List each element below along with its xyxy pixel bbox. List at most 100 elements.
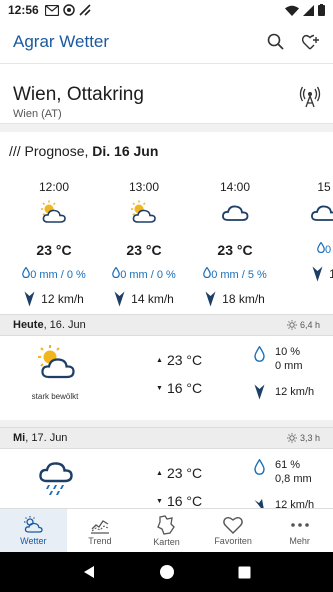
day-name: Mi [13, 432, 26, 444]
hour-column[interactable]: 13:00 23 °C 0 mm / 0 % 14 km/h [102, 180, 186, 307]
partly-sunny-icon [41, 200, 66, 223]
vpn-icon [62, 4, 75, 16]
status-icons [44, 4, 91, 16]
day-name: Heute [13, 319, 44, 331]
home-icon[interactable] [159, 564, 175, 580]
precipitation: 61 % 0,8 mm [275, 459, 312, 485]
max-temp: ▲ 23 °C [156, 352, 203, 368]
sunshine-duration: 3,3 h [286, 433, 320, 443]
map-icon [157, 514, 176, 535]
app-title: Agrar Wetter [13, 31, 110, 51]
location-card[interactable]: Wien, Ottakring Wien (AT) [0, 64, 333, 124]
hour-time: 13:00 [128, 180, 160, 194]
nav-label: Favoriten [214, 535, 252, 546]
location-region: Wien (AT) [13, 108, 62, 120]
arrow-down-icon: ▼ [156, 497, 163, 505]
raindrop-icon [317, 241, 325, 254]
hour-wind: 12 km/h [12, 291, 96, 307]
hour-temp: 23 °C [217, 242, 253, 258]
system-navigation-bar [0, 552, 333, 592]
cast-icon [79, 4, 91, 16]
wifi-icon [285, 5, 299, 16]
hour-time: 14:00 [219, 180, 251, 194]
hour-wind: 1 [282, 266, 333, 282]
hourly-forecast: /// Prognose, Di. 16 Jun 12:00 23 °C 0 m… [0, 132, 333, 314]
day-row[interactable]: ▲ 23 °C ▼ 16 °C 61 % 0,8 mm 12 km/h [0, 449, 333, 508]
hour-time: 15 [317, 180, 331, 194]
bottom-navigation: Wetter Trend Karten Favoriten Mehr [0, 508, 333, 552]
nav-label: Trend [88, 535, 112, 546]
wind-direction-icon [312, 266, 323, 282]
hours-strip[interactable]: 12:00 23 °C 0 mm / 0 % 12 km/h 13:00 23 … [0, 180, 333, 310]
hour-column[interactable]: 12:00 23 °C 0 mm / 0 % 12 km/h [12, 180, 96, 307]
rain-cloud-icon [39, 462, 73, 495]
sunshine-duration: 6,4 h [286, 320, 320, 330]
raindrop-icon [112, 266, 121, 279]
gps-antenna-icon[interactable] [299, 86, 321, 108]
nav-wetter[interactable]: Wetter [0, 509, 67, 552]
nav-label: Wetter [20, 535, 47, 546]
nav-favoriten[interactable]: Favoriten [200, 509, 267, 552]
nav-mehr[interactable]: Mehr [266, 509, 333, 552]
cloudy-icon [311, 205, 333, 221]
arrow-up-icon: ▲ [156, 469, 163, 477]
arrow-down-icon: ▼ [156, 384, 163, 392]
sun-icon [286, 320, 297, 330]
hour-column[interactable]: 15 0 1 [282, 180, 333, 282]
signal-icon [303, 4, 314, 16]
forecast-heading: /// Prognose, Di. 16 Jun [0, 132, 333, 159]
nav-trend[interactable]: Trend [67, 509, 134, 552]
raindrop-icon [254, 346, 265, 362]
hour-temp: 23 °C [36, 242, 72, 258]
gmail-icon [44, 4, 59, 16]
back-icon[interactable] [82, 565, 96, 579]
nav-label: Mehr [289, 535, 310, 546]
hour-column[interactable]: 14:00 23 °C 0 mm / 5 % 18 km/h [193, 180, 277, 307]
status-time: 12:56 [8, 3, 39, 17]
hour-temp: 23 °C [126, 242, 162, 258]
raindrop-icon [203, 266, 212, 279]
hour-rain: 0 mm / 0 % [102, 266, 186, 281]
wind-direction-icon [114, 291, 125, 307]
hour-rain: 0 mm / 0 % [12, 266, 96, 281]
day-date: , 17. Jun [25, 432, 68, 444]
wind-direction-icon [254, 384, 265, 400]
hour-wind: 14 km/h [102, 291, 186, 307]
partly-sunny-icon [131, 200, 156, 223]
min-temp: ▼ 16 °C [156, 380, 203, 396]
recents-icon[interactable] [238, 566, 251, 579]
wind-direction-icon [205, 291, 216, 307]
battery-icon [318, 4, 325, 16]
main-content[interactable]: Wien, Ottakring Wien (AT) /// Prognose, … [0, 64, 333, 508]
day-wind: 12 km/h [254, 497, 314, 508]
nav-karten[interactable]: Karten [133, 509, 200, 552]
forecast-day: Di. 16 Jun [92, 143, 159, 159]
hour-rain: 0 [282, 241, 333, 256]
wind-direction-icon [24, 291, 35, 307]
trend-icon [90, 519, 109, 534]
sun-icon [286, 433, 297, 443]
min-temp: ▼ 16 °C [156, 493, 203, 508]
cloudy-icon [222, 205, 249, 221]
max-temp: ▲ 23 °C [156, 465, 203, 481]
partly-sunny-icon [38, 345, 75, 379]
day-date: , 16. Jun [43, 319, 86, 331]
heart-icon [223, 516, 243, 534]
precipitation: 10 % 0 mm [275, 346, 303, 372]
raindrop-icon [254, 459, 265, 475]
arrow-up-icon: ▲ [156, 356, 163, 364]
wind-direction-icon [254, 499, 264, 508]
day-wind: 12 km/h [254, 384, 314, 400]
forecast-prefix: /// Prognose, [9, 143, 93, 159]
hour-time: 12:00 [38, 180, 70, 194]
raindrop-icon [22, 266, 31, 279]
location-city: Wien, Ottakring [13, 84, 144, 105]
search-icon[interactable] [267, 33, 284, 50]
status-bar: 12:56 [0, 0, 333, 20]
day-header: Heute, 16. Jun 6,4 h [0, 314, 333, 336]
weather-description: stark bewölkt [31, 392, 79, 401]
add-favorite-icon[interactable] [302, 34, 320, 50]
day-header: Mi, 17. Jun 3,3 h [0, 427, 333, 449]
day-row[interactable]: stark bewölkt ▲ 23 °C ▼ 16 °C 10 % 0 mm 12 … [0, 336, 333, 420]
weather-icon [24, 515, 43, 533]
